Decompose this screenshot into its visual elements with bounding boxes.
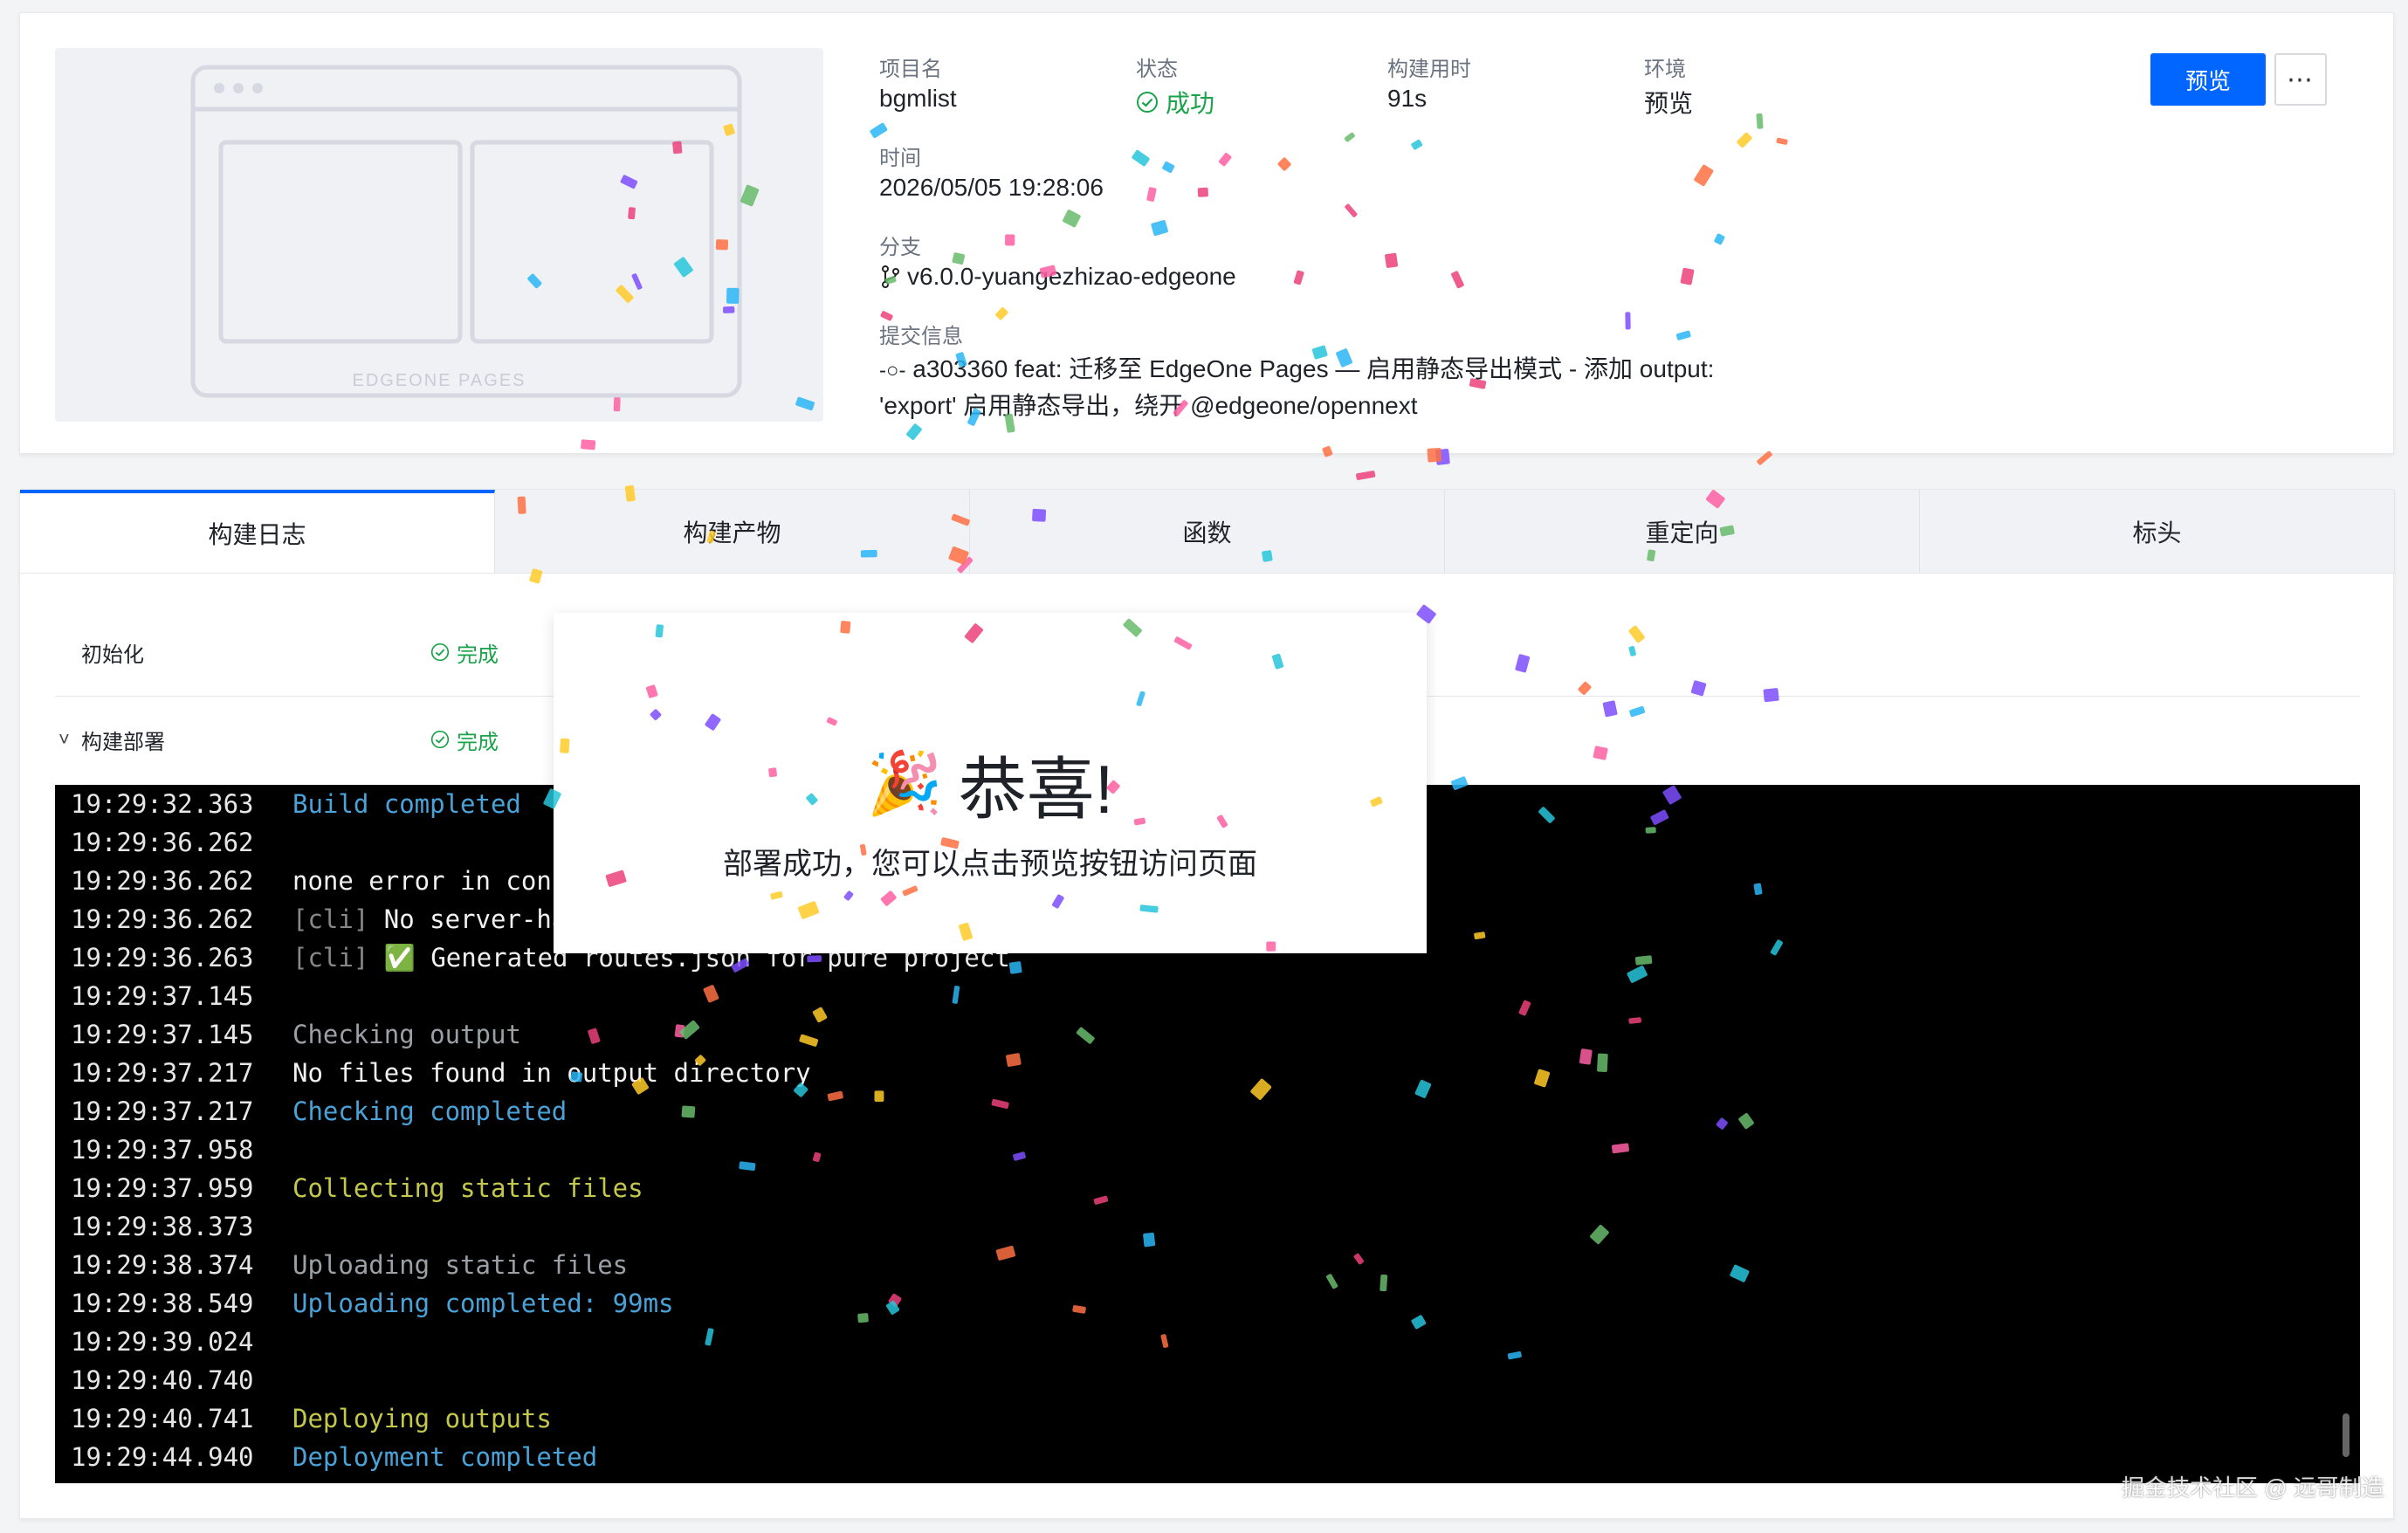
log-timestamp: 19:29:32.363 [71,789,254,819]
log-message: Collecting static files [292,1173,643,1203]
log-timestamp: 19:29:37.145 [71,1020,254,1049]
preview-thumbnail: EDGEONE PAGES [55,48,823,422]
tab-build-log[interactable]: 构建日志 [20,490,495,573]
log-line: 19:29:39.024 [71,1323,292,1361]
env-value: 预览 [1644,90,1694,117]
log-line: 19:29:32.363 Build completed [71,785,521,823]
log-message: Uploading completed: 99ms [292,1289,674,1318]
status-label: 状态 [1136,58,1178,81]
log-message: Deploying outputs [292,1404,552,1433]
dialog-title-text: 恭喜! [958,751,1114,828]
log-line: 19:29:38.374 Uploading static files [71,1246,628,1284]
tab-bar: 构建日志 构建产物 函数 重定向 标头 [20,490,2395,574]
status-value: 成功 [1136,85,1214,120]
build-time: 91s [1387,85,1428,112]
log-line: 19:29:37.145 Checking output [71,1015,521,1054]
log-message: No files found in output directory [292,1058,811,1088]
log-line: 19:29:37.217 Checking completed [71,1092,567,1131]
step-build-deploy-status-text: 完成 [457,730,499,754]
log-timestamp: 19:29:38.373 [71,1212,254,1241]
log-line: 19:29:36.262 [cli] No server-ha [71,900,567,938]
check-circle-icon [430,730,450,749]
log-timestamp: 19:29:37.959 [71,1173,254,1203]
confetti-piece [1356,471,1376,480]
step-build-deploy-status: 完成 [430,725,499,755]
party-popper-icon: 🎉 [866,749,943,817]
branch-label: 分支 [879,236,921,259]
git-branch-icon [882,265,899,288]
log-timestamp: 19:29:37.958 [71,1135,254,1165]
log-line: 19:29:37.959 Collecting static files [71,1169,643,1207]
log-message: Uploading static files [292,1250,629,1280]
build-time-label: 构建用时 [1387,58,1471,81]
env-label: 环境 [1644,58,1686,81]
log-timestamp: 19:29:36.262 [71,866,254,896]
step-init-name: 初始化 [81,643,144,667]
commit-label: 提交信息 [879,325,963,348]
commit-text: a303360 feat: 迁移至 EdgeOne Pages — 启用静态导出… [879,355,1715,419]
tab-build-artifacts[interactable]: 构建产物 [495,490,970,573]
log-timestamp: 19:29:37.217 [71,1096,254,1126]
status-text: 成功 [1166,90,1215,117]
branch-value: v6.0.0-yuangezhizao-edgeone [879,263,1236,291]
log-line: 19:29:40.741 Deploying outputs [71,1399,552,1438]
tab-functions[interactable]: 函数 [970,490,1445,573]
time-value: 2026/05/05 19:28:06 [879,174,1104,201]
deployment-summary-card: EDGEONE PAGES 项目名 bgmlist 状态 成功 构建用时 91s… [19,12,2394,454]
log-line: 19:29:37.217 No files found in output dir… [71,1054,811,1092]
commit-message: -○- a303360 feat: 迁移至 EdgeOne Pages — 启用… [879,352,1770,423]
log-line: 19:29:37.958 [71,1131,292,1169]
tab-headers[interactable]: 标头 [1920,490,2395,573]
time-label: 时间 [879,147,921,170]
watermark: 掘金技术社区 @ 远哥制造 [2122,1475,2384,1501]
log-timestamp: 19:29:38.549 [71,1289,254,1318]
log-timestamp: 19:29:37.217 [71,1058,254,1088]
check-circle-icon [430,643,450,662]
preview-button[interactable]: 预览 [2150,53,2266,106]
more-actions-button[interactable]: ⋯ [2274,53,2327,106]
check-circle-icon [1137,92,1158,113]
project-name-label: 项目名 [879,58,942,81]
log-message: No server-ha [383,904,568,934]
log-message: Checking output [292,1020,521,1049]
project-name: bgmlist [879,85,957,112]
log-timestamp: 19:29:40.740 [71,1365,254,1395]
dialog-message: 部署成功，您可以点击预览按钮访问页面 [723,848,1257,881]
log-timestamp: 19:29:40.741 [71,1404,254,1433]
git-commit-icon: -○- [879,359,906,382]
log-timestamp: 19:29:39.024 [71,1327,254,1357]
success-dialog: 🎉 恭喜! 部署成功，您可以点击预览按钮访问页面 [554,613,1427,953]
log-message: none error in con [292,866,552,896]
log-line: 19:29:44.940 Deployment completed [71,1438,597,1476]
terminal-scrollbar[interactable] [2343,1413,2350,1457]
log-timestamp: 19:29:36.263 [71,943,254,973]
branch-text: v6.0.0-yuangezhizao-edgeone [907,263,1236,290]
tab-redirects[interactable]: 重定向 [1445,490,1920,573]
log-line: 19:29:40.740 [71,1361,292,1399]
thumbnail-label: EDGEONE PAGES [352,371,526,390]
log-timestamp: 19:29:36.262 [71,904,254,934]
browser-window-illustration [190,65,742,398]
log-line: 19:29:37.145 [71,977,292,1015]
log-timestamp: 19:29:44.940 [71,1442,254,1472]
log-timestamp: 19:29:38.374 [71,1250,254,1280]
log-line: 19:29:38.549 Uploading completed: 99ms [71,1284,674,1323]
log-line: 19:29:36.262 none error in con [71,862,552,900]
chevron-down-icon[interactable]: ˅ [58,728,70,751]
log-message: Deployment completed [292,1442,598,1472]
log-line: 19:29:36.262 [71,823,292,862]
log-line: 19:29:38.373 [71,1207,292,1246]
log-message: Checking completed [292,1096,568,1126]
step-init-status: 完成 [430,637,499,668]
log-timestamp: 19:29:36.262 [71,828,254,857]
log-prefix: [cli] [292,943,384,973]
step-build-deploy-name: 构建部署 [81,730,165,754]
log-prefix: [cli] [292,904,384,934]
log-timestamp: 19:29:37.145 [71,981,254,1011]
dialog-title: 🎉 恭喜! [554,735,1427,833]
step-init-status-text: 完成 [457,643,499,667]
log-message: Build completed [292,789,521,819]
